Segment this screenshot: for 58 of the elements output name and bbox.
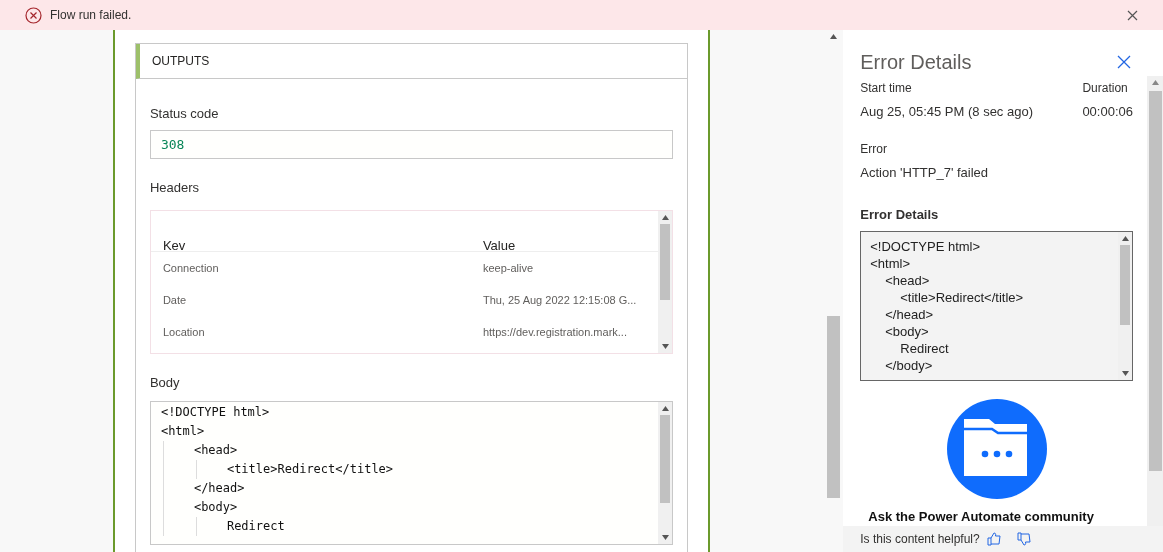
error-icon: [25, 6, 42, 24]
scroll-up-icon[interactable]: [661, 215, 669, 220]
thumbs-down-icon[interactable]: [1015, 531, 1032, 547]
start-time: Aug 25, 05:45 PM (8 sec ago): [860, 103, 1033, 121]
scroll-up-icon[interactable]: [1121, 235, 1129, 241]
feedback-question: Is this content helpful?: [860, 531, 980, 548]
field-label: Headers: [149, 178, 201, 197]
status-code-field: 308: [149, 129, 674, 159]
field-label: Start time: [860, 80, 913, 97]
code-line: </head>: [193, 479, 246, 497]
code-line: <!DOCTYPE html>: [160, 403, 271, 421]
thumbs-up-icon[interactable]: [985, 531, 1002, 547]
folder-icon: [946, 398, 1047, 499]
code-line: <title>Redirect</title>: [900, 288, 1025, 306]
code-line: </body>: [885, 356, 934, 374]
scroll-up-icon[interactable]: [661, 405, 669, 411]
column-header: Value: [482, 239, 516, 251]
community-heading: Ask the Power Automate community: [867, 507, 1095, 526]
code-line: <html>: [160, 422, 206, 440]
code-line: <html>: [870, 254, 912, 272]
table-cell-text: Date: [162, 292, 188, 308]
code-line: <body>: [193, 498, 239, 516]
column-header: Kev: [162, 239, 187, 251]
scrollbar-thumb[interactable]: [660, 224, 671, 300]
outputs-header: OUTPUTS: [135, 44, 688, 79]
table-cell-text: keep-alive: [482, 260, 534, 276]
field-label: Duration: [1082, 80, 1129, 97]
close-icon[interactable]: [1127, 9, 1138, 21]
close-icon[interactable]: [1117, 55, 1131, 69]
code-line: <head>: [193, 441, 239, 459]
scroll-up-icon[interactable]: [1151, 80, 1159, 85]
field-label: Status code: [149, 105, 220, 123]
table-cell-text: Connection: [162, 260, 220, 276]
panel-title: Error Details: [860, 50, 972, 75]
scroll-down-icon[interactable]: [661, 534, 669, 540]
code-line: <title>Redirect</title>: [226, 460, 395, 478]
error-message: Action 'HTTP_7' failed: [860, 163, 990, 182]
table-cell-text: Thu, 25 Aug 2022 12:15:08 G...: [482, 292, 637, 308]
scroll-up-icon[interactable]: [829, 34, 837, 39]
scroll-down-icon[interactable]: [1121, 370, 1129, 376]
table-cell-text: https://dev.registration.mark...: [482, 324, 627, 340]
table-cell-text: Location: [162, 324, 206, 340]
field-label: Body: [149, 374, 181, 392]
code-line: <!DOCTYPE html>: [870, 237, 982, 255]
code-line: <head>: [885, 271, 931, 289]
section-heading: Error Details: [860, 206, 940, 224]
banner-message: Flow run failed.: [50, 7, 132, 24]
duration: 00:00:06: [1082, 103, 1133, 121]
scrollbar-thumb[interactable]: [1120, 244, 1130, 325]
code-line: Redirect: [226, 517, 286, 535]
field-label: Error: [860, 140, 888, 158]
scrollbar-thumb[interactable]: [1148, 91, 1162, 471]
scrollbar-thumb[interactable]: [660, 414, 671, 503]
scroll-down-icon[interactable]: [661, 344, 669, 349]
code-line: Redirect: [900, 339, 950, 357]
code-line: </head>: [885, 305, 934, 323]
scrollbar-thumb[interactable]: [826, 316, 840, 498]
code-line: <body>: [885, 322, 930, 340]
